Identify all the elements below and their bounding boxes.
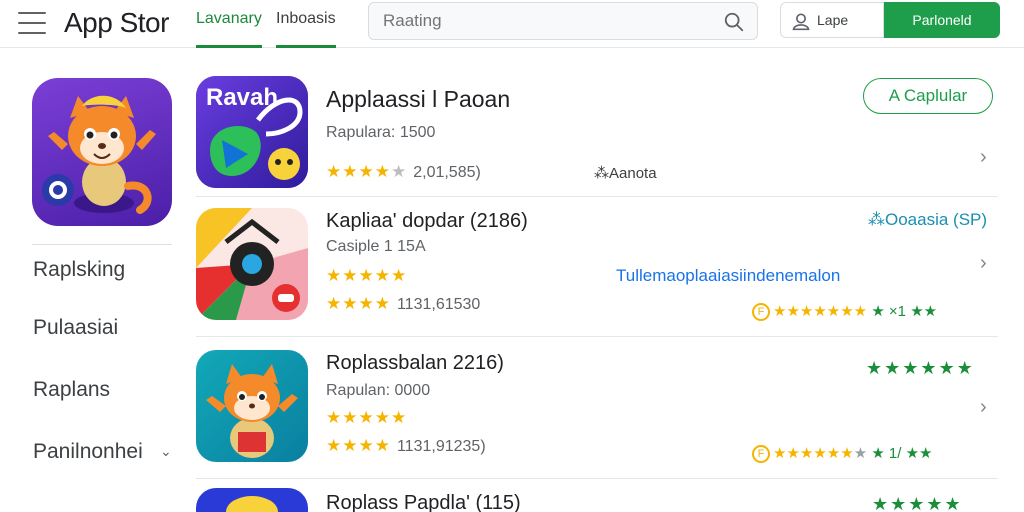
right-rating: F ★★★★★★★ ★ ×1 ★★: [752, 302, 938, 322]
app-icon-text: Ravah: [206, 84, 279, 111]
tab-inboasis[interactable]: Inboasis: [276, 10, 336, 48]
tab-label: Inboasis: [276, 10, 336, 27]
app-name[interactable]: Roplassbalan 2216): [326, 352, 504, 375]
top-right-stars: ★★★★★: [872, 494, 963, 512]
stars-empty: ★: [390, 162, 408, 181]
top-bar: App Stor Lavanary Inboasis Lape Parlonel…: [0, 0, 1024, 48]
user-button[interactable]: Lape: [780, 2, 884, 38]
sidebar-item-pulaasiai[interactable]: Pulaasiai: [33, 316, 118, 340]
tab-underline: [276, 45, 336, 48]
row-divider: [196, 336, 998, 337]
app-subtitle: Rapulara: 1500: [326, 124, 436, 141]
rating-count: 2,01,585): [413, 164, 481, 181]
coin-icon: F: [752, 303, 770, 322]
stars-filled: ★★★★: [326, 162, 391, 181]
featured-app-icon[interactable]: [32, 78, 172, 226]
chevron-right-icon[interactable]: ›: [980, 396, 987, 419]
user-icon: [792, 13, 810, 31]
star-rating: ★★★★★: [326, 408, 407, 428]
install-button[interactable]: A Caplular: [863, 78, 993, 114]
primary-action-button[interactable]: Parloneld: [884, 2, 1000, 38]
app-icon: [196, 208, 308, 320]
rating-note: ⁂Ooaasia (SP): [868, 210, 988, 229]
chevron-right-icon[interactable]: ›: [980, 252, 987, 275]
app-title: App Stor: [64, 7, 169, 38]
sidebar-item-panilnonhei[interactable]: Panilnonhei: [33, 440, 143, 464]
chevron-down-icon[interactable]: ⌄: [160, 443, 172, 460]
mascot-illustration: [42, 95, 156, 214]
app-name[interactable]: Kapliaa' dopdar (2186): [326, 210, 528, 233]
user-label: Lape: [817, 12, 849, 28]
app-icon: [196, 350, 308, 462]
stars-filled: ★★★★★: [326, 266, 408, 285]
sidebar-item-raplans[interactable]: Raplans: [33, 378, 110, 402]
stars-filled: ★★★★★★: [773, 445, 854, 462]
rating-tail: ★ ×1 ★★: [871, 303, 938, 320]
list-item[interactable]: Roplass Papdla' (115) ★★★★★: [196, 488, 996, 512]
app-note: ⁂Aanota: [594, 165, 657, 182]
star-rating: ★★★★★ 2,01,585): [326, 162, 481, 182]
rating-count: 1131,61530: [396, 296, 481, 313]
search-icon[interactable]: [723, 11, 745, 33]
list-item[interactable]: Kapliaa' dopdar (2186) Casiple 1 15A ★★★…: [196, 208, 996, 328]
stars-empty: ★: [853, 445, 868, 462]
row-divider: [196, 478, 998, 479]
stars-filled: ★★★★: [326, 294, 391, 313]
star-rating-secondary: ★★★★ 1131,61530: [326, 294, 480, 314]
stars-filled: ★★★★★★★: [773, 303, 868, 320]
tab-lavanary[interactable]: Lavanary: [196, 10, 262, 48]
tab-label: Lavanary: [196, 10, 262, 27]
stars-filled: ★★★★★: [326, 408, 408, 427]
star-rating: ★★★★★: [326, 266, 407, 286]
sidebar-item-raplsking[interactable]: Raplsking: [33, 258, 125, 282]
right-rating: F ★★★★★★★ ★ 1/ ★★: [752, 444, 933, 464]
sidebar-divider: [32, 244, 172, 245]
app-icon: [196, 488, 308, 512]
search-input[interactable]: [383, 11, 703, 31]
chevron-right-icon[interactable]: ›: [980, 146, 987, 169]
list-item[interactable]: Roplassbalan 2216) Rapulan: 0000 ★★★★★ ★…: [196, 350, 996, 470]
rating-count: 1131,91235): [396, 438, 486, 455]
coin-icon: F: [752, 445, 770, 464]
stars-filled: ★★★★: [326, 436, 391, 455]
app-icon: Ravah: [196, 76, 308, 188]
app-subtitle: Casiple 1 15A: [326, 238, 426, 255]
app-description-link[interactable]: Tullemaoplaaiasiindenemalon: [616, 266, 840, 286]
app-subtitle: Rapulan: 0000: [326, 382, 431, 399]
row-divider: [196, 196, 998, 197]
top-right-stars: ★★★★★★: [866, 358, 975, 378]
hamburger-icon[interactable]: [18, 12, 46, 34]
star-rating-secondary: ★★★★ 1131,91235): [326, 436, 486, 456]
tab-underline: [196, 45, 262, 48]
rating-tail: ★ 1/ ★★: [871, 445, 933, 462]
search-box[interactable]: [368, 2, 758, 40]
list-item[interactable]: Ravah Applaassi l Paoan Rapulara: 1500 ★…: [196, 76, 996, 196]
app-name[interactable]: Roplass Papdla' (115): [326, 492, 521, 512]
app-name[interactable]: Applaassi l Paoan: [326, 86, 510, 113]
